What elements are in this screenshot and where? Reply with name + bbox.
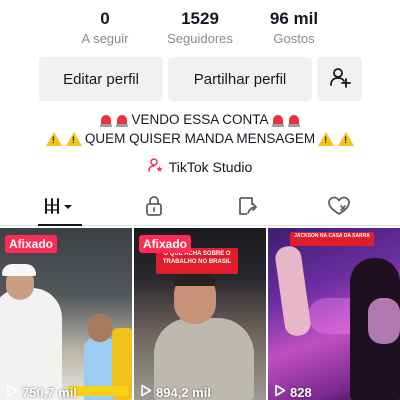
video-thumbnail[interactable]: Afixado 750,7 mil [0,228,132,400]
view-count-value: 894,2 mil [156,384,211,400]
play-icon [6,384,18,400]
scene-shape [88,314,112,342]
view-count: 750,7 mil [6,384,77,400]
following-count: 0 [100,9,110,28]
siren-icon [287,112,301,127]
video-thumbnail[interactable]: JACKSON NA CASA DA SARRA 828 [268,228,400,400]
tab-videos[interactable] [35,190,85,226]
scene-shape [273,244,313,338]
view-count-value: 750,7 mil [22,384,77,400]
view-count: 894,2 mil [140,384,211,400]
profile-bio: VENDO ESSA CONTA ! ! QUEM QUISER MANDA M… [0,110,400,148]
pinned-badge: Afixado [5,235,58,253]
play-icon [140,384,152,400]
siren-icon [99,112,113,127]
video-grid: Afixado 750,7 mil O QUE ACHA SOBRE O TRA… [0,228,400,400]
content-tabs [0,190,400,226]
likes-count: 96 mil [269,9,319,28]
siren-icon [115,112,129,127]
add-friend-button[interactable] [317,57,362,101]
play-icon [274,384,286,400]
tab-reposts[interactable] [222,190,272,226]
tab-liked[interactable] [314,190,364,226]
lock-icon [144,195,164,222]
following-label: A seguir [81,31,129,46]
likes-label: Gostos [273,31,315,46]
video-thumbnail[interactable]: O QUE ACHA SOBRE O TRABALHO NO BRASIL Af… [134,228,266,400]
bio-text-2: QUEM QUISER MANDA MENSAGEM [84,131,316,146]
bio-line-1: VENDO ESSA CONTA [0,110,400,129]
bio-text-1: VENDO ESSA CONTA [131,112,269,127]
profile-stats: 0 A seguir 1529 Seguidores 96 mil Gostos [0,8,400,52]
person-star-icon [147,157,164,176]
view-count: 828 [274,384,312,400]
pinned-badge: Afixado [139,235,192,253]
grid-icon [43,196,77,221]
warning-icon: ! [65,131,82,146]
warning-icon: ! [45,131,62,146]
add-person-icon [329,66,351,92]
scene-shape [174,272,216,286]
following-stat[interactable]: 0 A seguir [55,8,155,48]
view-count-value: 828 [290,384,312,400]
warning-icon: ! [338,131,355,146]
warning-icon: ! [318,131,335,146]
scene-shape [368,298,400,344]
tiktok-studio-label: TikTok Studio [168,158,253,175]
siren-icon [271,112,285,127]
scene-shape [2,264,36,276]
heart-icon [327,195,351,222]
active-tab-indicator [38,224,82,226]
repost-icon [236,195,258,222]
followers-label: Seguidores [167,31,233,46]
tab-private[interactable] [129,190,179,226]
tiktok-studio-link[interactable]: TikTok Studio [0,157,400,176]
share-profile-button[interactable]: Partilhar perfil [168,57,312,101]
bio-line-2: ! ! QUEM QUISER MANDA MENSAGEM ! ! [0,129,400,148]
scene-shape [68,386,128,396]
video-caption: JACKSON NA CASA DA SARRA [290,232,374,246]
followers-stat[interactable]: 1529 Seguidores [150,8,250,48]
edit-profile-button[interactable]: Editar perfil [39,57,163,101]
followers-count: 1529 [181,9,219,28]
likes-stat[interactable]: 96 mil Gostos [244,8,344,48]
